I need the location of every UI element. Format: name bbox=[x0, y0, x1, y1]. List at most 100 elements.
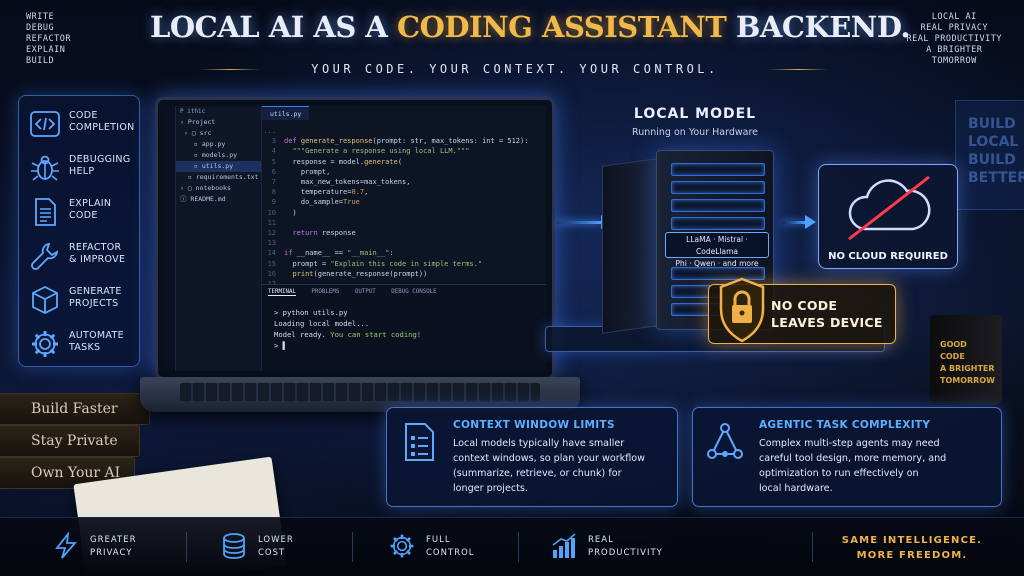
explorer-item-label: Project bbox=[187, 118, 216, 126]
footer-label: LOWER bbox=[258, 535, 294, 545]
network-icon bbox=[707, 423, 743, 459]
footer-label: FULL bbox=[426, 535, 451, 545]
feature-label: REFACTOR bbox=[69, 242, 122, 253]
corner-left-item: DEBUG bbox=[26, 23, 55, 33]
bug-icon bbox=[31, 155, 59, 181]
footer-label: CONTROL bbox=[426, 548, 475, 558]
corner-right-item: REAL PRIVACY bbox=[920, 23, 988, 33]
keyboard-keys bbox=[180, 383, 540, 401]
no-cloud-panel: NO CLOUD REQUIRED bbox=[818, 164, 958, 269]
explorer-item-requirements[interactable]: ▫ requirements.txt bbox=[176, 172, 261, 183]
corner-left-list: WRITE DEBUG REFACTOR EXPLAIN BUILD bbox=[26, 12, 71, 67]
server-bay bbox=[671, 181, 765, 194]
footer-divider bbox=[812, 532, 813, 562]
gear-icon bbox=[390, 534, 414, 558]
feature-label: CODE bbox=[69, 210, 98, 221]
terminal-line: Loading local model... bbox=[274, 319, 370, 328]
tab-terminal[interactable]: TERMINAL bbox=[268, 289, 296, 296]
footer-divider bbox=[186, 532, 187, 562]
feature-label: TASKS bbox=[69, 342, 101, 353]
tab-problems[interactable]: PROBLEMS bbox=[311, 289, 339, 295]
feature-label: & IMPROVE bbox=[69, 254, 126, 265]
model-title: LOCAL MODEL bbox=[633, 106, 757, 122]
book-title: Own Your AI bbox=[31, 465, 121, 481]
model-list-line: Phi · Qwen · and more bbox=[675, 259, 759, 268]
tab-output[interactable]: OUTPUT bbox=[355, 289, 376, 295]
mug-text: A BRIGHTER bbox=[940, 364, 995, 373]
server-side-panel bbox=[602, 158, 658, 334]
card-body-line: optimization to run effectively on bbox=[759, 468, 919, 479]
explorer-item-src[interactable]: › ▢ src bbox=[176, 128, 261, 139]
corner-left-item: WRITE bbox=[26, 12, 55, 22]
feature-automate-tasks: AUTOMATE TASKS bbox=[19, 322, 141, 366]
mug-text: TOMORROW bbox=[940, 376, 995, 385]
explorer-item-app[interactable]: ▫ app.py bbox=[176, 139, 261, 150]
file-explorer: P ithic › Project › ▢ src ▫ app.py ▫ mod… bbox=[176, 106, 262, 371]
laptop-screen: P ithic › Project › ▢ src ▫ app.py ▫ mod… bbox=[155, 97, 555, 380]
feature-generate-projects: GENERATE PROJECTS bbox=[19, 278, 141, 322]
bg-monitor-text: BUILD bbox=[968, 116, 1016, 132]
mug-text: GOOD bbox=[940, 340, 967, 349]
shield-lock-icon bbox=[719, 277, 765, 343]
terminal-panel[interactable]: TERMINAL PROBLEMS OUTPUT DEBUG CONSOLE >… bbox=[262, 284, 546, 371]
footer-divider bbox=[518, 532, 519, 562]
document-icon bbox=[35, 198, 56, 226]
page-subtitle: YOUR CODE. YOUR CONTEXT. YOUR CONTROL. bbox=[311, 62, 719, 76]
footer-label: PRIVACY bbox=[90, 548, 133, 558]
explorer-item-label: app.py bbox=[201, 140, 226, 148]
terminal-prompt: > bbox=[274, 341, 279, 350]
feature-label: AUTOMATE bbox=[69, 330, 124, 341]
corner-right-item: LOCAL AI bbox=[931, 12, 977, 22]
bg-monitor-text: BETTER bbox=[968, 170, 1024, 186]
python-file-icon: ▫ bbox=[194, 140, 202, 148]
card-context-window: CONTEXT WINDOW LIMITS Local models typic… bbox=[386, 407, 678, 507]
book: Stay Private bbox=[0, 425, 140, 457]
card-body: Local models typically have smaller cont… bbox=[453, 436, 645, 496]
explorer-item-label: models.py bbox=[201, 151, 238, 159]
python-file-icon: ▫ bbox=[194, 162, 202, 170]
checklist-icon bbox=[405, 423, 434, 461]
footer-label: REAL bbox=[588, 535, 614, 545]
mug-text: CODE bbox=[940, 352, 965, 361]
feature-label: GENERATE bbox=[69, 286, 122, 297]
server-bay bbox=[671, 163, 765, 176]
server-bay bbox=[671, 217, 765, 230]
no-cloud-label: NO CLOUD REQUIRED bbox=[828, 251, 948, 262]
book-title: Stay Private bbox=[31, 433, 118, 449]
bg-monitor-text: LOCAL bbox=[968, 134, 1019, 150]
bg-monitor-text: BUILD bbox=[968, 152, 1016, 168]
bar-chart-icon bbox=[552, 533, 576, 558]
explorer-item-label: requirements.txt bbox=[195, 173, 259, 181]
explorer-item-models[interactable]: ▫ models.py bbox=[176, 150, 261, 161]
editor-pane[interactable]: utils.py ... 3 def generate_response(prom… bbox=[262, 106, 546, 288]
terminal-line: > python utils.py bbox=[274, 308, 348, 317]
explorer-item-readme[interactable]: ⓘ README.md bbox=[176, 194, 261, 205]
arrow-right-icon bbox=[556, 215, 612, 229]
title-part: BACKEND. bbox=[726, 10, 911, 44]
card-body-line: careful tool design, more memory, and bbox=[759, 453, 947, 464]
tab-debug-console[interactable]: DEBUG CONSOLE bbox=[391, 289, 436, 295]
lock-label: LEAVES DEVICE bbox=[771, 315, 883, 330]
infographic-scene: WRITE DEBUG REFACTOR EXPLAIN BUILD LOCAL… bbox=[0, 0, 1024, 576]
explorer-header: P ithic bbox=[180, 108, 206, 115]
footer-label: COST bbox=[258, 548, 286, 558]
feature-label: EXPLAIN bbox=[69, 198, 112, 209]
title-part: LOCAL AI AS A bbox=[150, 10, 398, 44]
editor-tab[interactable]: utils.py bbox=[262, 106, 310, 120]
arrow-right-icon bbox=[782, 215, 816, 229]
corner-right-list: LOCAL AI REAL PRIVACY REAL PRODUCTIVITY … bbox=[907, 12, 1003, 67]
code-editor-window: P ithic › Project › ▢ src ▫ app.py ▫ mod… bbox=[164, 106, 546, 371]
explorer-item-label: README.md bbox=[190, 195, 226, 203]
corner-right-item: TOMORROW bbox=[931, 56, 977, 66]
explorer-item-utils[interactable]: ▫ utils.py bbox=[176, 161, 261, 172]
card-body-line: local hardware. bbox=[759, 483, 833, 494]
footer-tagline: SAME INTELLIGENCE. MORE FREEDOM. bbox=[822, 533, 1002, 563]
card-heading: AGENTIC TASK COMPLEXITY bbox=[759, 419, 931, 431]
explorer-item-notebooks[interactable]: › ▢ notebooks bbox=[176, 183, 261, 194]
feature-refactor: REFACTOR & IMPROVE bbox=[19, 234, 141, 278]
feature-label: HELP bbox=[69, 166, 95, 177]
explorer-item-project[interactable]: › Project bbox=[176, 117, 261, 128]
coffee-mug: GOOD CODE A BRIGHTER TOMORROW bbox=[930, 315, 1002, 405]
terminal-line: Model ready. bbox=[274, 330, 331, 339]
activity-bar bbox=[164, 106, 176, 371]
